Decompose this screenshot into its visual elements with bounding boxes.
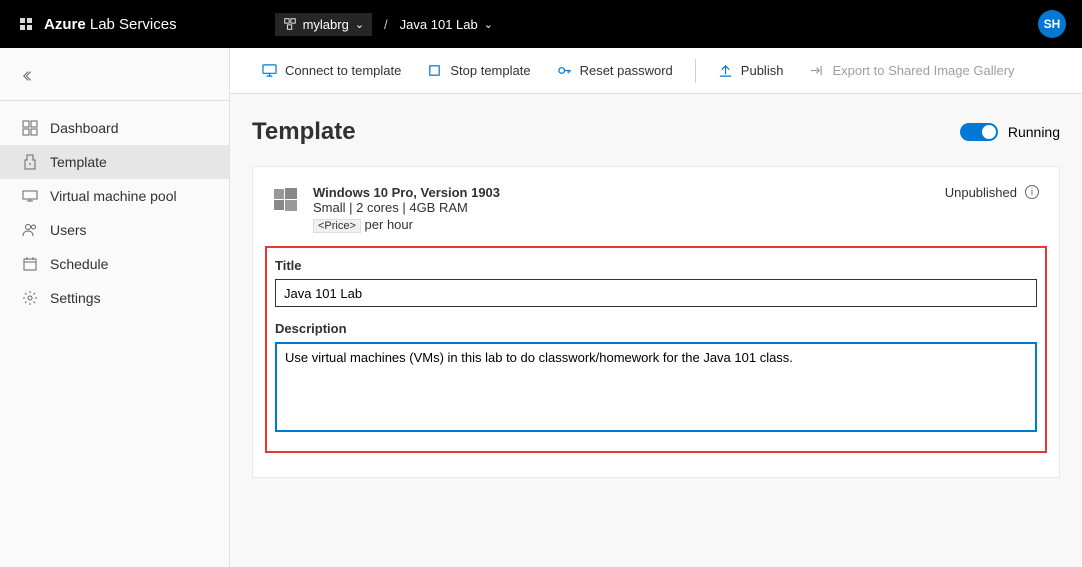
vm-pool-icon bbox=[22, 188, 38, 204]
sidebar-item-label: Dashboard bbox=[50, 120, 119, 136]
upload-icon bbox=[718, 63, 733, 78]
connect-icon bbox=[262, 63, 277, 78]
sidebar-item-label: Schedule bbox=[50, 256, 108, 272]
tool-label: Export to Shared Image Gallery bbox=[832, 63, 1014, 78]
schedule-icon bbox=[22, 256, 38, 272]
chevron-down-icon: ⌄ bbox=[355, 18, 364, 31]
stop-button[interactable]: Stop template bbox=[417, 57, 540, 84]
description-input[interactable] bbox=[275, 342, 1037, 432]
divider bbox=[695, 59, 696, 83]
breadcrumb-resource-group[interactable]: mylabrg ⌄ bbox=[275, 13, 372, 36]
sidebar-item-label: Users bbox=[50, 222, 87, 238]
tool-label: Connect to template bbox=[285, 63, 401, 78]
template-card: Windows 10 Pro, Version 1903 Small | 2 c… bbox=[252, 166, 1060, 478]
sidebar-item-schedule[interactable]: Schedule bbox=[0, 247, 229, 281]
template-icon bbox=[22, 154, 38, 170]
toggle-label: Running bbox=[1008, 124, 1060, 140]
info-icon[interactable]: i bbox=[1025, 185, 1039, 199]
page-title: Template bbox=[252, 118, 356, 146]
sidebar-item-users[interactable]: Users bbox=[0, 213, 229, 247]
breadcrumb: mylabrg ⌄ / Java 101 Lab ⌄ bbox=[275, 13, 493, 36]
toolbar: Connect to template Stop template Reset … bbox=[230, 48, 1082, 94]
breadcrumb-lab[interactable]: Java 101 Lab ⌄ bbox=[400, 17, 493, 32]
brand-suffix: Lab Services bbox=[90, 16, 177, 33]
avatar[interactable]: SH bbox=[1038, 10, 1066, 38]
brand-prefix: Azure bbox=[44, 16, 86, 33]
sidebar-item-vm-pool[interactable]: Virtual machine pool bbox=[0, 179, 229, 213]
vm-price: <Price> per hour bbox=[313, 217, 931, 232]
sidebar-item-label: Settings bbox=[50, 290, 101, 306]
resource-group-icon bbox=[283, 17, 297, 31]
connect-button[interactable]: Connect to template bbox=[252, 57, 411, 84]
windows-icon bbox=[273, 187, 299, 213]
sidebar-item-template[interactable]: Template bbox=[0, 145, 229, 179]
sidebar-item-label: Template bbox=[50, 154, 107, 170]
publish-button[interactable]: Publish bbox=[708, 57, 794, 84]
title-input[interactable] bbox=[275, 279, 1037, 307]
chevron-down-icon: ⌄ bbox=[484, 18, 493, 31]
sidebar-item-label: Virtual machine pool bbox=[50, 188, 177, 204]
breadcrumb-separator: / bbox=[384, 17, 388, 32]
brand: Azure Lab Services bbox=[16, 14, 177, 34]
tool-label: Reset password bbox=[580, 63, 673, 78]
tool-label: Stop template bbox=[450, 63, 530, 78]
price-suffix: per hour bbox=[365, 217, 413, 232]
highlight-region: Title Description bbox=[265, 246, 1047, 453]
breadcrumb-lab-label: Java 101 Lab bbox=[400, 17, 478, 32]
export-button: Export to Shared Image Gallery bbox=[799, 57, 1024, 84]
collapse-icon bbox=[22, 69, 36, 83]
reset-password-button[interactable]: Reset password bbox=[547, 57, 683, 84]
breadcrumb-rg-label: mylabrg bbox=[303, 17, 349, 32]
title-label: Title bbox=[275, 258, 1037, 273]
divider bbox=[0, 100, 229, 101]
price-placeholder: <Price> bbox=[313, 219, 361, 233]
vm-specs: Small | 2 cores | 4GB RAM bbox=[313, 200, 931, 215]
description-label: Description bbox=[275, 321, 1037, 336]
avatar-initials: SH bbox=[1044, 17, 1061, 31]
os-title: Windows 10 Pro, Version 1903 bbox=[313, 185, 931, 200]
publish-status: Unpublished bbox=[945, 185, 1017, 200]
gear-icon bbox=[22, 290, 38, 306]
dashboard-icon bbox=[22, 120, 38, 136]
sidebar-item-settings[interactable]: Settings bbox=[0, 281, 229, 315]
running-toggle[interactable] bbox=[960, 123, 998, 141]
users-icon bbox=[22, 222, 38, 238]
stop-icon bbox=[427, 63, 442, 78]
export-icon bbox=[809, 63, 824, 78]
top-bar: Azure Lab Services mylabrg ⌄ / Java 101 … bbox=[0, 0, 1082, 48]
azure-logo-icon bbox=[16, 14, 36, 34]
key-icon bbox=[557, 63, 572, 78]
sidebar-collapse-button[interactable] bbox=[0, 58, 229, 94]
sidebar-item-dashboard[interactable]: Dashboard bbox=[0, 111, 229, 145]
sidebar: Dashboard Template Virtual machine pool … bbox=[0, 48, 230, 567]
tool-label: Publish bbox=[741, 63, 784, 78]
